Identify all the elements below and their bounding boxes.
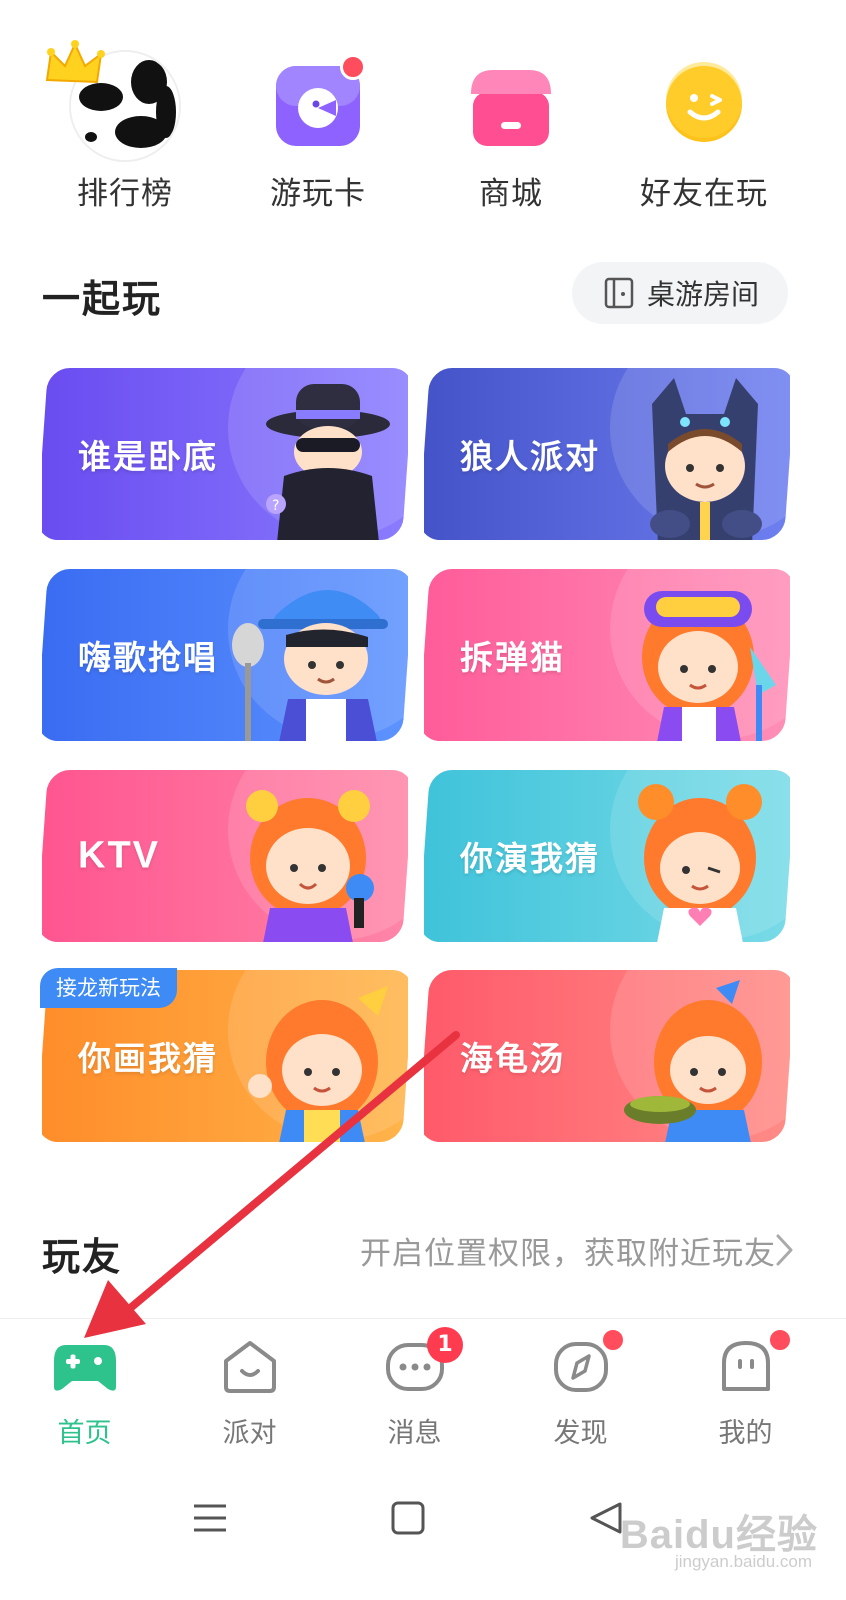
quick-actions: 排行榜 游玩卡 商城 好友在玩 <box>0 30 846 230</box>
game-card-charades[interactable]: 你演我猜 <box>418 770 797 942</box>
profile-red-dot <box>767 1327 793 1353</box>
profile-icon <box>721 1341 770 1391</box>
ranking-entry[interactable]: 排行榜 <box>25 30 225 230</box>
tab-discover[interactable]: 发现 <box>496 1319 665 1469</box>
girl-soup-bowl-character-icon <box>624 980 762 1142</box>
card-bg: 拆弹猫 <box>424 569 797 741</box>
wolf-character-icon <box>650 378 762 540</box>
baidu-watermark: Baidu经验 jingyan.baidu.com <box>598 1496 818 1586</box>
ranking-label: 排行榜 <box>77 176 173 212</box>
singer-character-icon <box>232 590 388 741</box>
card-bg: 你演我猜 <box>424 770 797 942</box>
tab-party[interactable]: 派对 <box>165 1319 334 1469</box>
watermark-sub: jingyan.baidu.com <box>674 1552 812 1571</box>
play-card-red-dot <box>340 54 366 80</box>
party-icon <box>223 1341 276 1393</box>
shop-icon <box>471 70 551 146</box>
game-card-ktv[interactable]: KTV <box>36 770 415 942</box>
card-bg: 海龟汤 <box>424 970 797 1142</box>
gamepad-icon <box>53 1345 116 1391</box>
tab-label: 首页 <box>57 1418 112 1449</box>
discover-red-dot <box>600 1327 626 1353</box>
play-together-title: 一起玩 <box>42 277 163 321</box>
card-bg: 嗨歌抢唱 <box>42 569 415 741</box>
card-bg: 谁是卧底 ? <box>42 368 415 540</box>
friends-playing-label: 好友在玩 <box>640 176 768 212</box>
play-card-entry[interactable]: 游玩卡 <box>218 30 418 230</box>
game-label: 海龟汤 <box>460 1039 565 1078</box>
game-card-werewolf[interactable]: 狼人派对 <box>418 368 797 540</box>
friends-playing-icon <box>666 62 742 142</box>
tab-label: 我的 <box>718 1418 773 1449</box>
game-card-turtle-soup[interactable]: 海龟汤 <box>418 970 797 1142</box>
tab-home[interactable]: 首页 <box>0 1319 169 1469</box>
game-card-bomb-cat[interactable]: 拆弹猫 <box>418 569 797 741</box>
chevron-right-icon[interactable] <box>772 1232 796 1268</box>
bottom-tab-bar: 首页 派对 1 消息 发现 我的 <box>0 1318 846 1469</box>
shop-entry[interactable]: 商城 <box>411 30 611 230</box>
girl-shovel-character-icon <box>642 591 776 741</box>
message-count-badge: 1 <box>427 1327 463 1363</box>
svg-text:?: ? <box>272 498 279 514</box>
game-label: KTV <box>78 834 160 877</box>
spy-character-icon: ? <box>266 384 390 540</box>
tab-label: 发现 <box>553 1418 608 1449</box>
game-label: 嗨歌抢唱 <box>78 638 218 677</box>
new-gameplay-tag: 接龙新玩法 <box>40 968 177 1008</box>
enable-location-link[interactable]: 开启位置权限，获取附近玩友 <box>360 1228 776 1273</box>
game-label: 拆弹猫 <box>460 638 565 677</box>
girl-microphone-character-icon <box>246 790 374 942</box>
tab-label: 派对 <box>222 1418 277 1449</box>
game-card-sing[interactable]: 嗨歌抢唱 <box>36 569 415 741</box>
tab-profile[interactable]: 我的 <box>661 1319 830 1469</box>
board-game-room-label: 桌游房间 <box>646 278 759 311</box>
game-card-undercover[interactable]: 谁是卧底 ? <box>36 368 415 540</box>
tab-messages[interactable]: 1 消息 <box>330 1319 499 1469</box>
friends-playing-entry[interactable]: 好友在玩 <box>604 30 804 230</box>
shop-label: 商城 <box>479 176 543 212</box>
card-bg: 狼人派对 <box>424 368 797 540</box>
card-bg: KTV <box>42 770 415 942</box>
tab-label: 消息 <box>387 1418 442 1449</box>
game-label: 狼人派对 <box>460 437 600 476</box>
crown-icon <box>45 40 105 84</box>
system-nav-bar: Baidu经验 jingyan.baidu.com <box>0 1470 846 1600</box>
home-square-icon[interactable] <box>390 1500 426 1536</box>
friends-title: 玩友 <box>42 1235 123 1279</box>
game-label: 谁是卧底 <box>78 437 218 476</box>
game-label: 你演我猜 <box>460 839 600 878</box>
play-card-label: 游玩卡 <box>270 176 366 212</box>
menu-icon[interactable] <box>192 1500 228 1536</box>
board-game-room-button[interactable]: 桌游房间 <box>572 262 788 324</box>
girl-thumbs-up-character-icon <box>248 986 388 1142</box>
door-icon <box>604 277 634 309</box>
girl-heart-character-icon <box>638 784 762 942</box>
game-label: 你画我猜 <box>78 1039 218 1078</box>
